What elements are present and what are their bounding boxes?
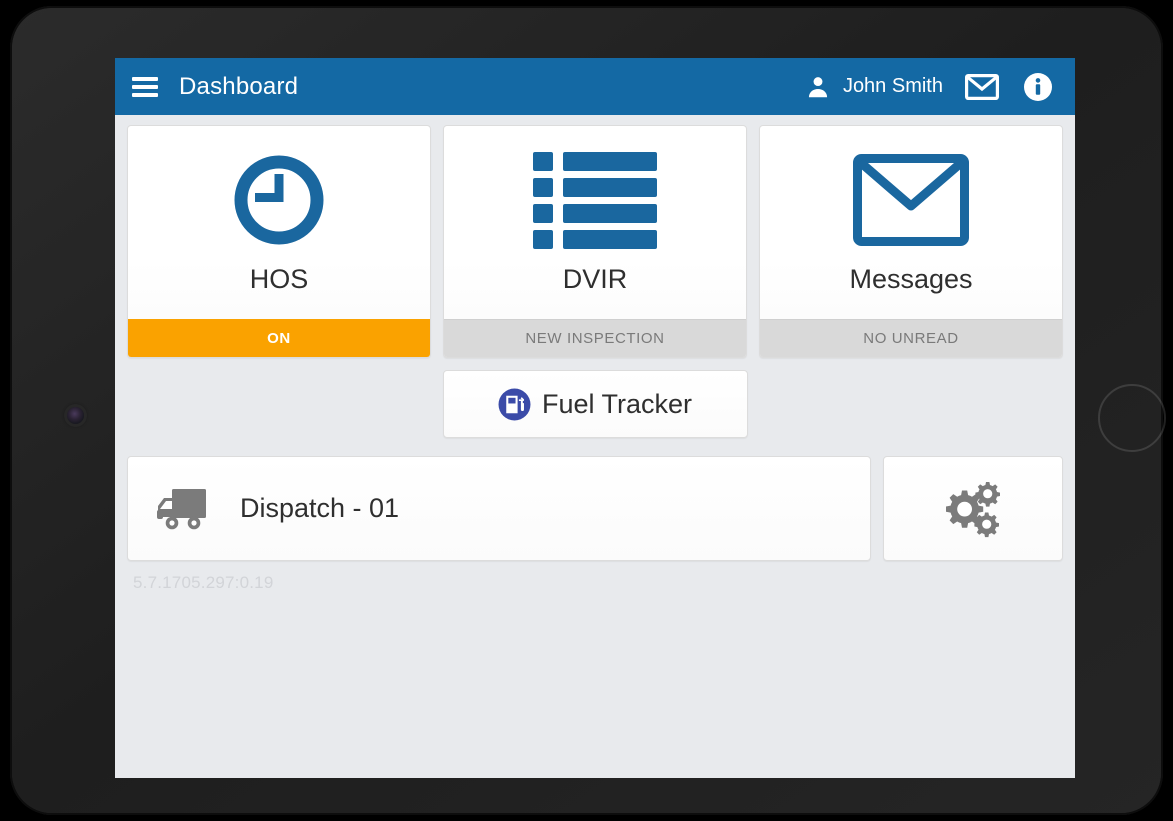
home-button[interactable] [1098, 384, 1166, 452]
tile-messages-status[interactable]: NO UNREAD [760, 319, 1062, 357]
app-bar: Dashboard John Smith [115, 58, 1075, 115]
envelope-icon[interactable] [965, 74, 999, 100]
tablet-screen: Dashboard John Smith [115, 58, 1075, 778]
truck-icon [155, 485, 217, 533]
tablet-device: Dashboard John Smith [10, 6, 1163, 815]
gears-icon [940, 478, 1006, 540]
tile-messages-body: Messages [760, 126, 1062, 319]
camera-lens-icon [67, 407, 84, 424]
clock-icon [232, 148, 326, 252]
tile-dvir[interactable]: DVIR NEW INSPECTION [443, 125, 747, 358]
tile-messages-label: Messages [849, 266, 972, 293]
dispatch-button[interactable]: Dispatch - 01 [127, 456, 871, 561]
tile-dvir-status[interactable]: NEW INSPECTION [444, 319, 746, 357]
tile-hos-label: HOS [250, 266, 309, 293]
tile-messages[interactable]: Messages NO UNREAD [759, 125, 1063, 358]
tile-hos-body: HOS [128, 126, 430, 319]
tile-row: HOS ON [127, 125, 1063, 358]
settings-button[interactable] [883, 456, 1063, 561]
fuel-tracker-label: Fuel Tracker [542, 389, 692, 420]
tile-hos-status[interactable]: ON [128, 319, 430, 357]
dashboard-content: HOS ON [115, 115, 1075, 593]
dispatch-row: Dispatch - 01 [127, 456, 1063, 561]
fuel-tracker-button[interactable]: Fuel Tracker [443, 370, 748, 438]
list-icon [533, 148, 657, 252]
tile-dvir-label: DVIR [563, 266, 628, 293]
hamburger-menu-icon[interactable] [132, 77, 158, 97]
app-bar-actions: John Smith [805, 72, 1053, 102]
envelope-icon [853, 148, 969, 252]
dispatch-label: Dispatch - 01 [240, 493, 399, 524]
fuel-tracker-row: Fuel Tracker [127, 370, 1063, 438]
user-avatar-icon [805, 74, 831, 100]
tile-dvir-body: DVIR [444, 126, 746, 319]
user-name-label: John Smith [843, 75, 943, 98]
info-icon[interactable] [1023, 72, 1053, 102]
tile-hos[interactable]: HOS ON [127, 125, 431, 358]
fuel-pump-icon [498, 388, 531, 421]
version-label: 5.7.1705.297:0.19 [133, 573, 1063, 593]
page-title: Dashboard [179, 73, 298, 101]
